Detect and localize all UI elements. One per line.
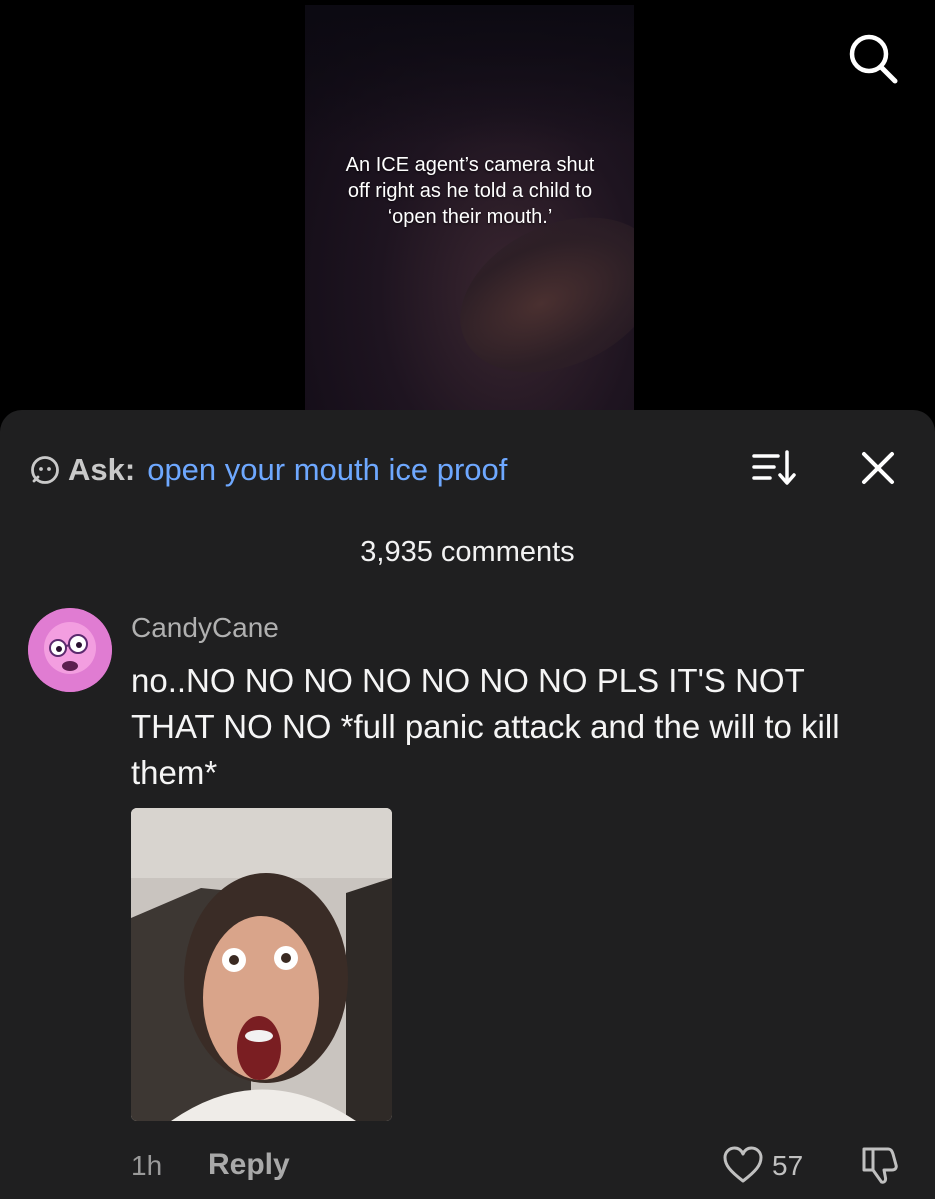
- avatar[interactable]: [28, 608, 112, 692]
- avatar-image: [28, 608, 112, 692]
- close-comments-button[interactable]: [857, 447, 899, 489]
- comment-text: no..NO NO NO NO NO NO NO PLS IT'S NOT TH…: [131, 662, 840, 791]
- sort-icon: [752, 450, 796, 485]
- like-button[interactable]: [722, 1145, 764, 1185]
- tiktok-video-comments-screen: An ICE agent’s camera shut off right as …: [0, 0, 935, 1199]
- reply-button[interactable]: Reply: [208, 1148, 290, 1182]
- sort-comments-button[interactable]: [752, 448, 798, 488]
- comment-count: 3,935 comments: [360, 536, 575, 568]
- thumbs-down-icon: [862, 1147, 898, 1184]
- search-icon: [849, 34, 898, 84]
- reaction-photo: [131, 808, 392, 1121]
- dislike-button[interactable]: [858, 1143, 902, 1187]
- ask-query-link[interactable]: open your mouth ice proof: [147, 452, 507, 488]
- comment-username[interactable]: CandyCane: [131, 612, 279, 644]
- like-count: 57: [772, 1150, 804, 1181]
- comment-timestamp: 1h: [131, 1150, 163, 1181]
- close-icon: [862, 452, 894, 484]
- heart-icon: [723, 1146, 763, 1183]
- ask-label: Ask:: [68, 452, 136, 487]
- ai-chat-icon: [30, 455, 60, 485]
- video-shade: [305, 5, 634, 145]
- ask-search-suggestion[interactable]: Ask: open your mouth ice proof: [30, 450, 507, 490]
- video-caption: An ICE agent’s camera shut off right as …: [345, 154, 595, 228]
- comment-attached-image[interactable]: [131, 808, 392, 1121]
- search-button[interactable]: [844, 30, 902, 88]
